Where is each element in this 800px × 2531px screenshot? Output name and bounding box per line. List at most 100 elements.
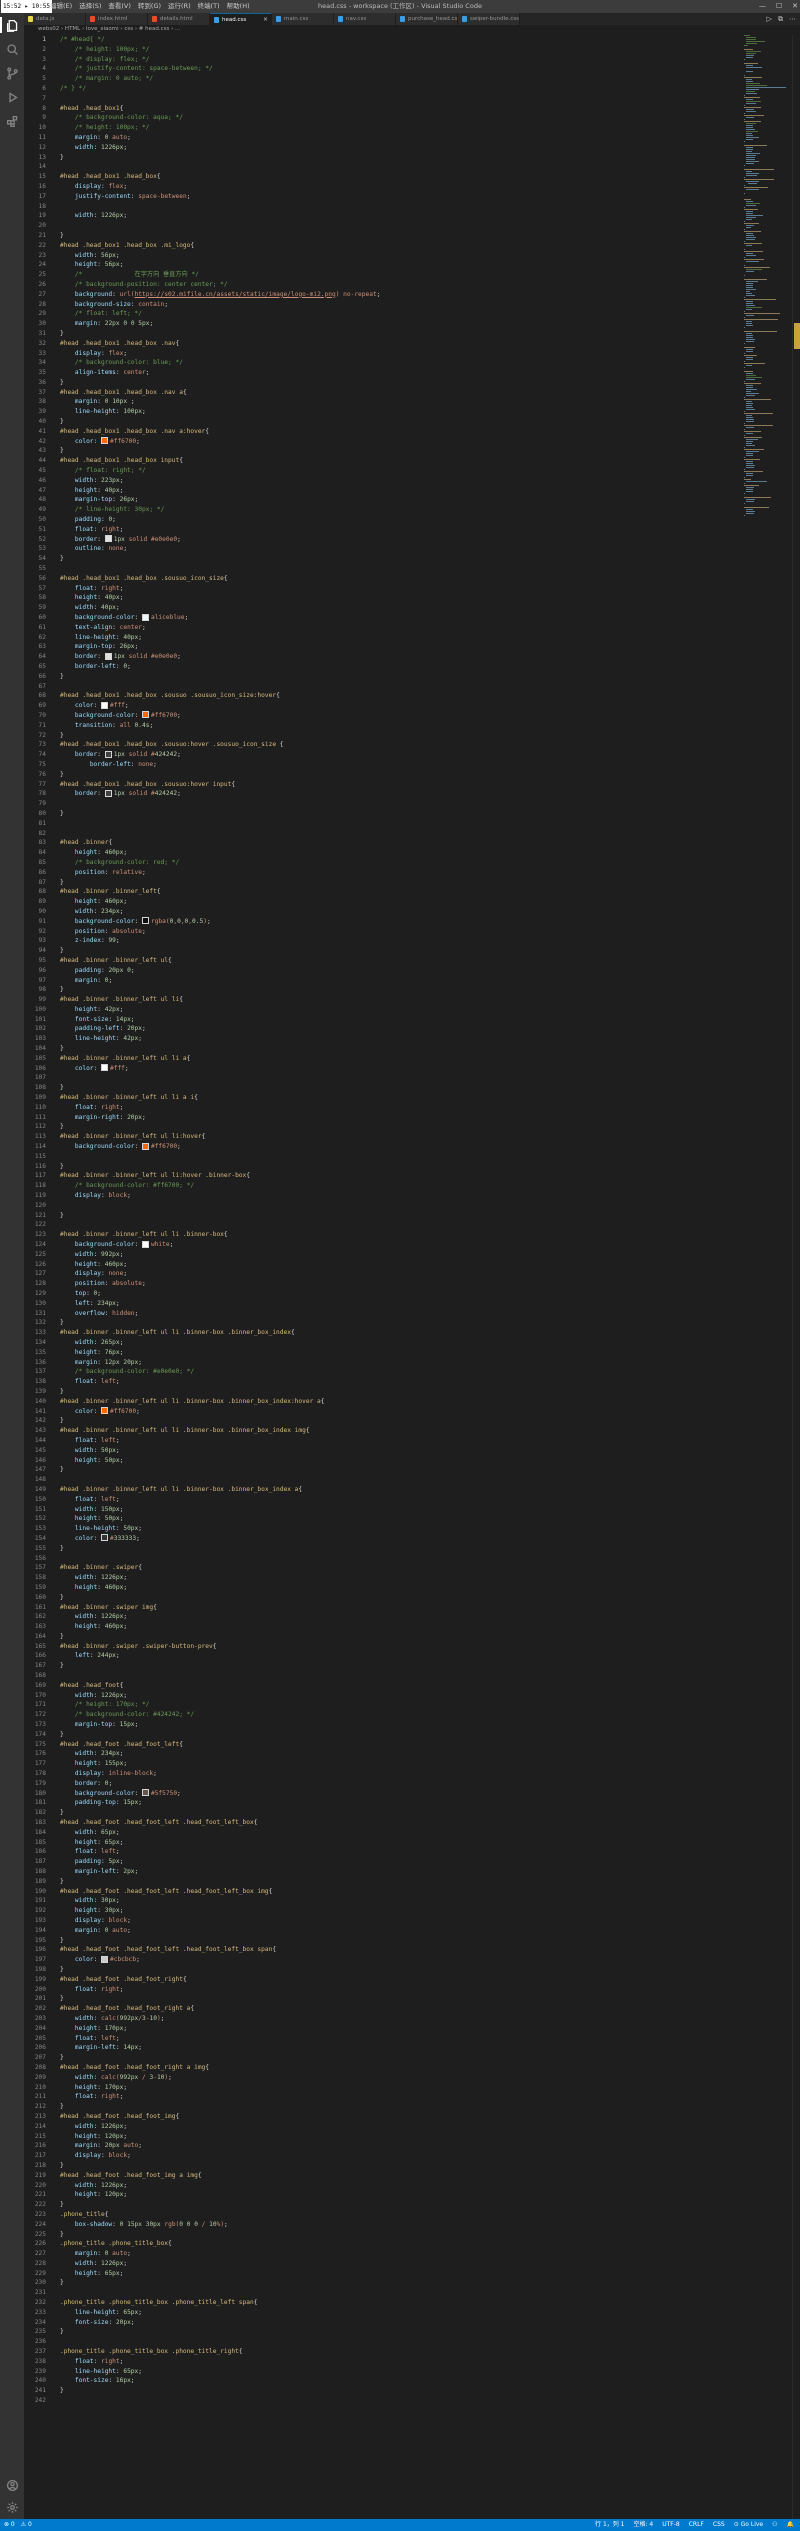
code-line[interactable]: 81: [24, 819, 744, 829]
code-line[interactable]: 191 width: 30px;: [24, 1896, 744, 1906]
code-line[interactable]: 205 float: left;: [24, 2034, 744, 2044]
code-text[interactable]: /* 在字方向 垂直方向 */: [60, 271, 199, 278]
code-line[interactable]: 174}: [24, 1730, 744, 1740]
menu-item[interactable]: 编辑(E): [50, 0, 72, 13]
code-line[interactable]: 165 #head .binner .swiper .swiper-button-…: [24, 1642, 744, 1652]
code-text[interactable]: }: [60, 555, 64, 562]
code-text[interactable]: font-size: 20px;: [60, 2319, 135, 2326]
extensions-icon[interactable]: [4, 113, 20, 129]
code-line[interactable]: 208 #head .head_foot .head_foot_right a i…: [24, 2063, 744, 2073]
code-text[interactable]: #head .head_foot{: [60, 1682, 123, 1689]
code-line[interactable]: 112}: [24, 1122, 744, 1132]
code-text[interactable]: }: [60, 732, 64, 739]
code-text[interactable]: .phone_title .phone_title_box .phone_tit…: [60, 2299, 257, 2306]
code-text[interactable]: padding: 20px 0;: [60, 967, 135, 974]
code-text[interactable]: line-height: 65px;: [60, 2309, 142, 2316]
code-text[interactable]: width: 1226px;: [60, 2123, 127, 2130]
code-line[interactable]: 83 #head .binner{: [24, 838, 744, 848]
code-line[interactable]: 89 height: 460px;: [24, 897, 744, 907]
code-text[interactable]: float: left;: [60, 2035, 120, 2042]
code-text[interactable]: }: [60, 2387, 64, 2394]
code-line[interactable]: 77 #head .head_box1 .head_box .sousuo:hov…: [24, 780, 744, 790]
code-text[interactable]: }: [60, 418, 64, 425]
code-line[interactable]: 148: [24, 1475, 744, 1485]
code-text[interactable]: float: left;: [60, 1437, 120, 1444]
code-line[interactable]: 78 border: 1px solid #424242;: [24, 789, 744, 799]
code-line[interactable]: 97 margin: 0;: [24, 976, 744, 986]
code-line[interactable]: 43}: [24, 446, 744, 456]
code-line[interactable]: 195}: [24, 1936, 744, 1946]
code-line[interactable]: 217 display: block;: [24, 2151, 744, 2161]
menu-item[interactable]: 帮助(H): [227, 0, 250, 13]
code-line[interactable]: 212}: [24, 2102, 744, 2112]
code-text[interactable]: width: 56px;: [60, 252, 120, 259]
code-line[interactable]: 120: [24, 1201, 744, 1211]
code-line[interactable]: 152 height: 50px;: [24, 1514, 744, 1524]
code-line[interactable]: 184 width: 65px;: [24, 1828, 744, 1838]
code-line[interactable]: 84 height: 460px;: [24, 848, 744, 858]
code-text[interactable]: #head .binner .binner_left ul li .binner…: [60, 1427, 310, 1434]
code-line[interactable]: 106 color: #fff;: [24, 1064, 744, 1074]
code-text[interactable]: }: [60, 986, 64, 993]
status-item[interactable]: CRLF: [689, 2519, 704, 2531]
color-swatch[interactable]: [141, 917, 149, 925]
code-text[interactable]: height: 65px;: [60, 1839, 123, 1846]
code-line[interactable]: 125 width: 992px;: [24, 1250, 744, 1260]
editor-tab[interactable]: purchase_head.css: [396, 13, 458, 25]
source-control-icon[interactable]: [4, 65, 20, 81]
code-text[interactable]: #head .head_foot .head_foot_left .head_f…: [60, 1888, 272, 1895]
code-text[interactable]: }: [60, 1417, 64, 1424]
code-text[interactable]: #head .head_foot .head_foot_img a img{: [60, 2172, 202, 2179]
status-item[interactable]: CSS: [713, 2519, 725, 2531]
code-text[interactable]: float: right;: [60, 1986, 123, 1993]
code-line[interactable]: 187 padding: 5px;: [24, 1857, 744, 1867]
code-line[interactable]: 238 float: right;: [24, 2357, 744, 2367]
code-text[interactable]: /* display: flex; */: [60, 56, 150, 63]
code-line[interactable]: 116}: [24, 1162, 744, 1172]
code-line[interactable]: 162 width: 1226px;: [24, 1612, 744, 1622]
code-line[interactable]: 158 width: 1226px;: [24, 1573, 744, 1583]
code-text[interactable]: padding: 5px;: [60, 1858, 123, 1865]
editor-tab[interactable]: data.js: [24, 13, 86, 25]
code-text[interactable]: border-left: 0;: [60, 663, 131, 670]
code-line[interactable]: 6 /* } */: [24, 84, 744, 94]
code-line[interactable]: 168: [24, 1671, 744, 1681]
code-line[interactable]: 104}: [24, 1044, 744, 1054]
code-line[interactable]: 160}: [24, 1593, 744, 1603]
code-text[interactable]: float: left;: [60, 1378, 120, 1385]
code-line[interactable]: 79: [24, 799, 744, 809]
code-text[interactable]: #head .binner .swiper img{: [60, 1604, 157, 1611]
code-line[interactable]: 59 width: 40px;: [24, 603, 744, 613]
code-line[interactable]: 119 display: block;: [24, 1191, 744, 1201]
code-line[interactable]: 18: [24, 202, 744, 212]
code-line[interactable]: 27 background: url(https://s02.mifile.cn…: [24, 290, 744, 300]
code-line[interactable]: 57 float: right;: [24, 584, 744, 594]
code-line[interactable]: 86 position: relative;: [24, 868, 744, 878]
code-text[interactable]: height: 460px;: [60, 1584, 127, 1591]
code-line[interactable]: 41 #head .head_box1 .head_box .nav a:hove…: [24, 427, 744, 437]
code-line[interactable]: 194 margin: 0 auto;: [24, 1926, 744, 1936]
code-line[interactable]: 73 #head .head_box1 .head_box .sousuo:hov…: [24, 740, 744, 750]
status-item[interactable]: 空格: 4: [633, 2519, 653, 2531]
code-line[interactable]: 207}: [24, 2053, 744, 2063]
code-line[interactable]: 229 height: 65px;: [24, 2269, 744, 2279]
color-swatch[interactable]: [101, 1064, 108, 1072]
code-text[interactable]: }: [60, 1662, 64, 1669]
code-text[interactable]: #head .binner .binner_left ul li .binner…: [60, 1329, 295, 1336]
code-text[interactable]: }: [60, 1212, 64, 1219]
status-item[interactable]: ⊗ 0: [4, 2519, 15, 2531]
code-line[interactable]: 146 height: 50px;: [24, 1456, 744, 1466]
code-line[interactable]: 5 /* margin: 0 auto; */: [24, 74, 744, 84]
close-window-button[interactable]: ✕: [792, 0, 798, 13]
code-line[interactable]: 117 #head .binner .binner_left ul li:hove…: [24, 1171, 744, 1181]
code-line[interactable]: 147}: [24, 1465, 744, 1475]
code-line[interactable]: 107: [24, 1073, 744, 1083]
code-line[interactable]: 209 width: calc(992px / 3-10);: [24, 2073, 744, 2083]
code-line[interactable]: 197 color: #cbcbcb;: [24, 1955, 744, 1965]
code-line[interactable]: 118 /* background-color: #ff6700; */: [24, 1181, 744, 1191]
code-line[interactable]: 32 #head .head_box1 .head_box .nav{: [24, 339, 744, 349]
code-text[interactable]: /* background-color: red; */: [60, 859, 179, 866]
code-line[interactable]: 44 #head .head_box1 .head_box input{: [24, 456, 744, 466]
code-line[interactable]: 218}: [24, 2161, 744, 2171]
code-line[interactable]: 63 margin-top: 26px;: [24, 642, 744, 652]
